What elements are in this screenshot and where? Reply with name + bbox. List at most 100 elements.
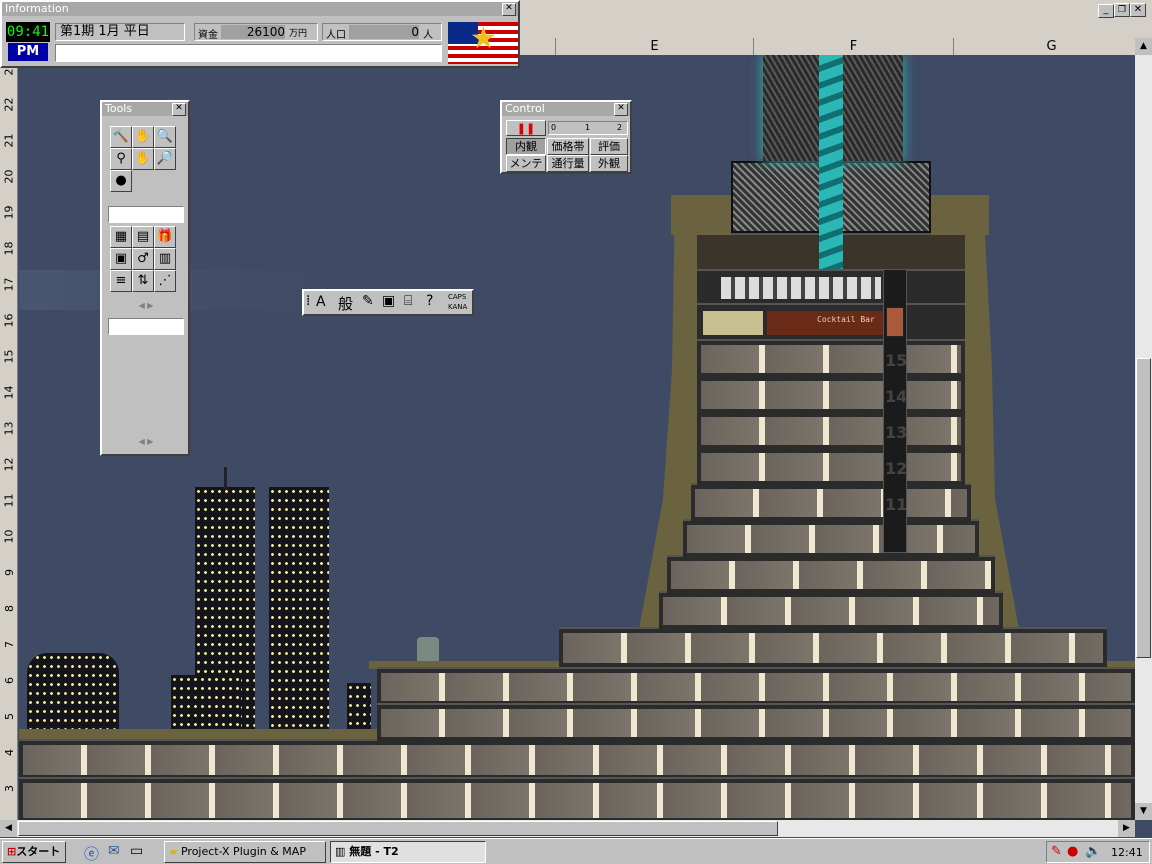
price-range-button[interactable]: 価格帯	[547, 138, 589, 155]
column-header-f[interactable]: F	[754, 38, 954, 55]
stone-icon[interactable]: ●	[110, 170, 132, 192]
telescope-icon[interactable]: ⚲	[110, 148, 132, 170]
row-9[interactable]: 9	[0, 566, 18, 579]
hand-icon[interactable]: ✋	[132, 126, 154, 148]
row-8[interactable]: 8	[0, 602, 18, 615]
row-4[interactable]: 4	[0, 746, 18, 759]
search-icon[interactable]: 🔎	[154, 148, 176, 170]
clock[interactable]: 12:41	[1111, 846, 1143, 859]
row-14[interactable]: 14	[0, 386, 18, 400]
close-icon[interactable]: ✕	[502, 3, 516, 16]
bulldozer-icon[interactable]: 🔨	[110, 126, 132, 148]
office-floor[interactable]	[697, 269, 965, 303]
minimize-icon[interactable]: _	[1098, 4, 1114, 18]
condo-icon[interactable]: ▣	[110, 248, 132, 270]
row-10[interactable]: 10	[0, 530, 18, 544]
restroom-icon[interactable]: ♂	[132, 248, 154, 270]
scroll-down-arrow[interactable]: ▼	[1135, 803, 1152, 820]
grab-hand-icon[interactable]: ✋	[132, 148, 154, 170]
row-20[interactable]: 20	[0, 170, 18, 184]
elevator-icon[interactable]: ⇅	[132, 270, 154, 292]
vertical-scrollbar[interactable]: ▲ ▼	[1135, 38, 1152, 820]
hscroll-thumb[interactable]	[18, 821, 778, 836]
close-icon[interactable]: ✕	[1130, 3, 1146, 17]
taskbar-item-project-x[interactable]: ▰ Project-X Plugin & MAP	[164, 841, 326, 863]
taskbar-item-t2[interactable]: ▥ 無題 - T2	[330, 841, 486, 863]
lobby-icon[interactable]: ▦	[110, 226, 132, 248]
floor-6[interactable]	[377, 667, 1135, 705]
row-3[interactable]: 3	[0, 782, 18, 795]
interior-view-button[interactable]: 内観	[506, 138, 546, 155]
floor-12[interactable]	[697, 447, 965, 485]
row-16[interactable]: 16	[0, 314, 18, 328]
horizontal-scrollbar[interactable]: ◀ ▶	[0, 820, 1135, 837]
floor-14[interactable]	[697, 375, 965, 413]
row-21[interactable]: 21	[0, 134, 18, 148]
stairs-icon[interactable]: ≡	[110, 270, 132, 292]
row-15[interactable]: 15	[0, 350, 18, 364]
row-19[interactable]: 19	[0, 206, 18, 220]
ime-dictionary-icon[interactable]: ✎	[362, 293, 374, 309]
row-18[interactable]: 18	[0, 242, 18, 256]
close-icon[interactable]: ✕	[172, 103, 186, 116]
scroll-thumb[interactable]	[1136, 358, 1151, 658]
exterior-view-button[interactable]: 外観	[590, 155, 628, 172]
floor-7[interactable]	[559, 627, 1107, 667]
ime-help-icon[interactable]: ?	[426, 293, 433, 309]
pen-icon[interactable]: ✎	[1051, 844, 1062, 859]
floor-8[interactable]	[659, 591, 1003, 629]
ime-pad-icon[interactable]: ▣	[382, 293, 395, 309]
floor-9[interactable]	[667, 555, 995, 593]
pause-button[interactable]: ❚❚	[506, 120, 546, 136]
bar-sign: Cocktail Bar	[817, 315, 875, 324]
shop-icon[interactable]: 🎁	[154, 226, 176, 248]
maintenance-button[interactable]: メンテ	[506, 155, 546, 172]
scroll-right-arrow[interactable]: ▶	[1118, 820, 1135, 837]
ime-mode[interactable]: 般	[338, 293, 353, 314]
floor-15[interactable]	[697, 339, 965, 377]
restore-icon[interactable]: ❐	[1114, 3, 1130, 17]
scroll-up-arrow[interactable]: ▲	[1135, 38, 1152, 55]
desktop-icon[interactable]: ▭	[130, 843, 143, 859]
ime-tool-icon[interactable]: ⌸	[404, 293, 412, 309]
facility-scrollbar[interactable]: ◀ ▶	[108, 300, 184, 312]
bar-floor[interactable]: Cocktail Bar	[697, 303, 965, 339]
cocktail-bar-room[interactable]: Cocktail Bar	[767, 311, 887, 335]
scroll-left-arrow[interactable]: ◀	[0, 820, 17, 837]
row-11[interactable]: 11	[0, 494, 18, 508]
floor-3[interactable]	[19, 777, 1135, 820]
start-button[interactable]: ⊞スタート	[2, 841, 66, 863]
information-titlebar[interactable]: Information	[2, 2, 518, 16]
ie-icon[interactable]: ⓔ	[84, 843, 99, 864]
office-icon[interactable]: ▤	[132, 226, 154, 248]
row-12[interactable]: 12	[0, 458, 18, 472]
floor-4[interactable]	[19, 739, 1135, 779]
row-17[interactable]: 17	[0, 278, 18, 292]
row-22[interactable]: 22	[0, 98, 18, 112]
evaluation-button[interactable]: 評価	[590, 138, 628, 155]
elevator-car[interactable]	[886, 307, 904, 337]
ime-tray-icon[interactable]: ●	[1067, 844, 1078, 859]
column-header-g[interactable]: G	[954, 38, 1150, 55]
floor-10[interactable]	[683, 519, 979, 557]
close-icon[interactable]: ✕	[614, 103, 628, 116]
traffic-button[interactable]: 通行量	[547, 155, 589, 172]
row-7[interactable]: 7	[0, 638, 18, 651]
speed-slider[interactable]: 0 1 2	[548, 121, 628, 135]
magnifier-icon[interactable]: 🔍	[154, 126, 176, 148]
tools-bottom-scrollbar[interactable]: ◀ ▶	[108, 436, 184, 448]
row-6[interactable]: 6	[0, 674, 18, 687]
outlook-icon[interactable]: ✉	[108, 843, 120, 859]
column-header-e[interactable]: E	[556, 38, 754, 55]
volume-icon[interactable]: 🔈	[1085, 844, 1101, 859]
floor-13[interactable]	[697, 411, 965, 449]
floor-5[interactable]	[377, 703, 1135, 741]
floor-11[interactable]	[691, 483, 971, 521]
building-icon[interactable]: ▥	[154, 248, 176, 270]
control-titlebar[interactable]: Control	[502, 102, 630, 116]
row-5[interactable]: 5	[0, 710, 18, 723]
ime-grip-icon[interactable]: ⁞	[306, 293, 310, 309]
row-13[interactable]: 13	[0, 422, 18, 436]
ime-input-icon[interactable]: A	[316, 294, 326, 310]
escalator-icon[interactable]: ⋰	[154, 270, 176, 292]
